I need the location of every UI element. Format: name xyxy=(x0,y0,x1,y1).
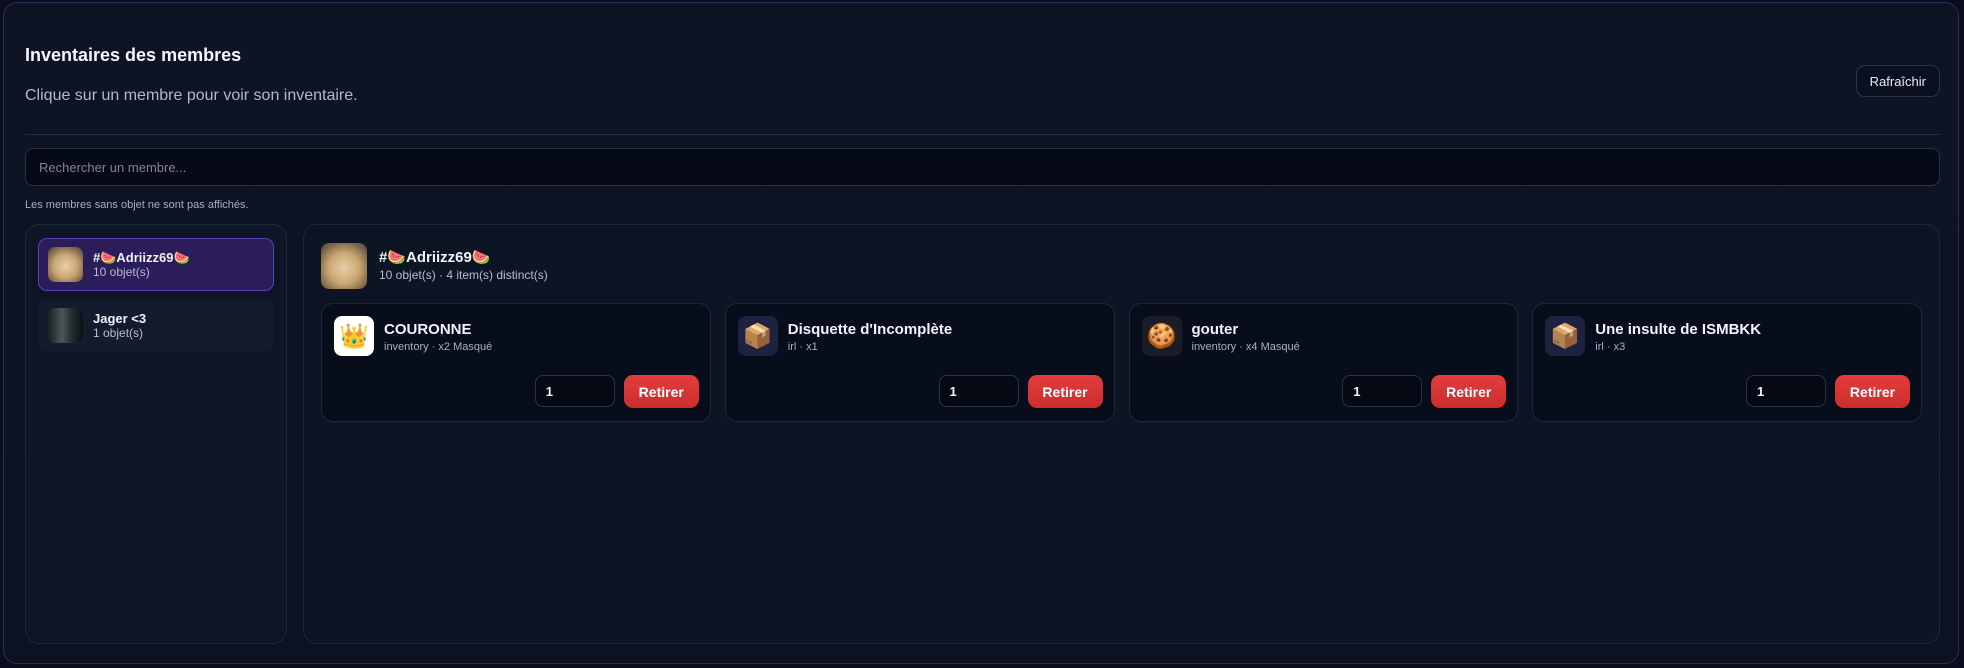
package-icon: 📦 xyxy=(1545,316,1586,356)
member-search-input[interactable] xyxy=(25,148,1940,186)
inventory-panel: Inventaires des membres Clique sur un me… xyxy=(3,2,1959,664)
jager-avatar xyxy=(48,308,83,343)
crown-icon: 👑 xyxy=(334,316,374,356)
member-item-jager[interactable]: Jager <3 1 objet(s) xyxy=(38,299,274,352)
item-meta: inventory · x4 Masqué xyxy=(1191,341,1300,353)
item-card: 🍪 gouter inventory · x4 Masqué Retirer xyxy=(1128,303,1519,422)
item-cards: 👑 COURONNE inventory · x2 Masqué Retirer… xyxy=(321,303,1922,422)
quantity-input[interactable] xyxy=(534,375,615,407)
quantity-input[interactable] xyxy=(1342,375,1423,407)
withdraw-button[interactable]: Retirer xyxy=(1431,375,1507,408)
quantity-input[interactable] xyxy=(1746,375,1826,407)
item-name: gouter xyxy=(1191,321,1239,338)
divider xyxy=(25,134,1940,135)
member-name: Jager <3 xyxy=(93,311,147,326)
member-item-adriizz69[interactable]: #🍉Adriizz69🍉 10 objet(s) xyxy=(38,238,274,291)
quantity-input[interactable] xyxy=(938,375,1019,407)
package-icon: 📦 xyxy=(737,316,778,356)
inventory-detail: #🍉Adriizz69🍉 10 objet(s) · 4 item(s) dis… xyxy=(303,224,1940,644)
member-list: #🍉Adriizz69🍉 10 objet(s) Jager <3 1 obje… xyxy=(25,224,287,644)
item-card: 📦 Disquette d'Incomplète irl · x1 Retire… xyxy=(724,303,1115,422)
item-name: COURONNE xyxy=(384,321,472,338)
cat-avatar xyxy=(48,247,83,282)
item-card: 👑 COURONNE inventory · x2 Masqué Retirer xyxy=(321,303,711,422)
withdraw-button[interactable]: Retirer xyxy=(1027,375,1103,408)
member-item-count: 1 objet(s) xyxy=(93,326,144,340)
cat-avatar xyxy=(321,243,367,289)
item-name: Une insulte de ISMBKK xyxy=(1595,321,1762,338)
withdraw-button[interactable]: Retirer xyxy=(623,375,699,408)
selected-member-header: #🍉Adriizz69🍉 10 objet(s) · 4 item(s) dis… xyxy=(321,243,548,289)
page-title: Inventaires des membres xyxy=(25,45,242,65)
withdraw-button[interactable]: Retirer xyxy=(1835,375,1910,408)
selected-member-name: #🍉Adriizz69🍉 xyxy=(379,249,491,266)
item-meta: irl · x1 xyxy=(787,341,818,353)
milk-cookies-icon: 🍪 xyxy=(1141,316,1182,356)
item-meta: inventory · x2 Masqué xyxy=(384,341,493,353)
member-item-count: 10 objet(s) xyxy=(93,265,150,279)
hidden-members-note: Les membres sans objet ne sont pas affic… xyxy=(25,199,249,211)
item-card: 📦 Une insulte de ISMBKK irl · x3 Retirer xyxy=(1532,303,1922,422)
selected-member-meta: 10 objet(s) · 4 item(s) distinct(s) xyxy=(379,268,548,282)
refresh-button[interactable]: Rafraîchir xyxy=(1855,65,1940,97)
member-name: #🍉Adriizz69🍉 xyxy=(93,250,190,265)
item-name: Disquette d'Incomplète xyxy=(787,321,953,338)
item-meta: irl · x3 xyxy=(1595,341,1626,353)
page-subtitle: Clique sur un membre pour voir son inven… xyxy=(25,87,358,104)
